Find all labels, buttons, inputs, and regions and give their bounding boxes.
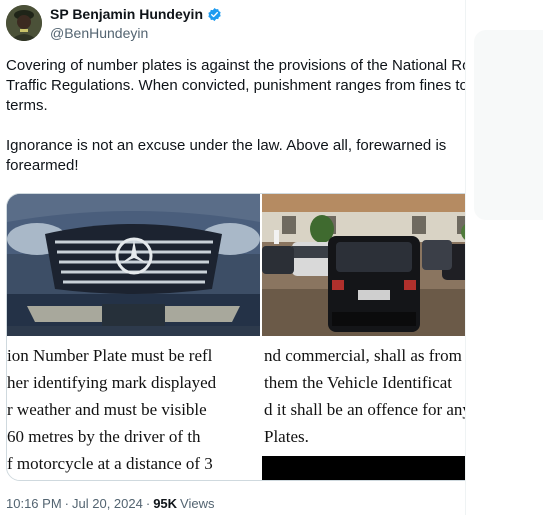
tweet-paragraph: Covering of number plates is against the… [6,57,513,114]
meta-separator: · [145,496,151,511]
tweet-meta: 10:16 PM · Jul 20, 2024 · 95K Views [6,496,215,511]
tweet-paragraph: Ignorance is not an excuse under the law… [6,137,451,174]
avatar[interactable] [6,5,42,41]
sidebar-card [474,30,543,220]
views-count: 95K [153,496,178,511]
right-sidebar [465,0,543,515]
meta-separator: · [64,496,69,511]
regulation-line: r weather and must be visible [7,400,207,419]
regulation-text-image[interactable]: ion Number Plate must be refl her identi… [7,336,513,480]
car-front-photo[interactable] [7,194,260,336]
author-name[interactable]: SP Benjamin Hundeyin [50,6,203,22]
tweet-time[interactable]: 10:16 PM [6,496,62,511]
author-name-row[interactable]: SP Benjamin Hundeyin [50,6,222,22]
regulation-line: her identifying mark displayed [7,373,217,392]
regulation-text-left: ion Number Plate must be refl her identi… [7,342,260,477]
regulation-line: ion Number Plate must be refl [7,346,213,365]
regulation-line: f motorcycle at a distance of 3 [7,454,213,473]
verified-badge-icon [208,7,221,21]
tweet: SP Benjamin Hundeyin @BenHundeyin ··· Co… [0,0,515,515]
tweet-text: Covering of number plates is against the… [6,56,516,176]
regulation-line: 60 metres by the driver of th [7,427,201,446]
author-handle[interactable]: @BenHundeyin [50,25,148,41]
media-grid[interactable]: ion Number Plate must be refl her identi… [6,193,514,481]
views-label: Views [180,496,215,511]
tweet-date[interactable]: Jul 20, 2024 [72,496,143,511]
